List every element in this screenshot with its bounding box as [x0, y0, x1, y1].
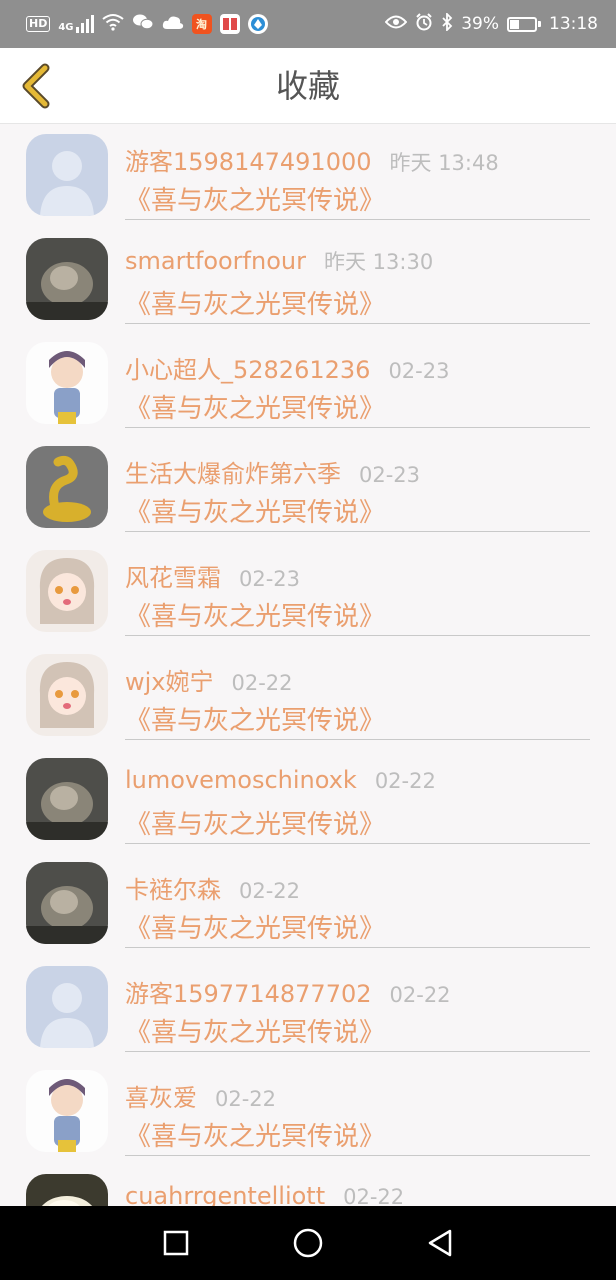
- book-title[interactable]: 《喜与灰之光冥传说》: [125, 700, 385, 737]
- user-name[interactable]: 小心超人_528261236: [125, 350, 370, 385]
- item-body: 生活大爆俞炸第六季 02-23 《喜与灰之光冥传说》: [125, 436, 590, 532]
- item-time: 02-22: [343, 1185, 405, 1206]
- home-button[interactable]: [285, 1220, 331, 1266]
- item-time: 02-23: [388, 359, 450, 383]
- signal-icon: 4G: [58, 15, 94, 33]
- user-name[interactable]: 喜灰爱: [125, 1078, 197, 1113]
- avatar[interactable]: [26, 862, 108, 944]
- book-title[interactable]: 《喜与灰之光冥传说》: [125, 180, 385, 217]
- list-item[interactable]: smartfoorfnour 昨天 13:30 《喜与灰之光冥传说》: [0, 228, 616, 332]
- list-item[interactable]: cuahrrgentelliott 02-22: [0, 1164, 616, 1206]
- network-type: 4G: [58, 22, 74, 33]
- book-title[interactable]: 《喜与灰之光冥传说》: [125, 596, 385, 633]
- item-body: lumovemoschinoxk 02-22 《喜与灰之光冥传说》: [125, 748, 590, 844]
- battery-percent: 39%: [461, 14, 499, 34]
- item-body: 游客1598147491000 昨天 13:48 《喜与灰之光冥传说》: [125, 124, 590, 220]
- taobao-icon: 淘: [191, 14, 212, 34]
- item-time: 02-23: [359, 463, 421, 487]
- cloud-icon: [162, 14, 184, 35]
- list-item[interactable]: wjx婉宁 02-22 《喜与灰之光冥传说》: [0, 644, 616, 748]
- triangle-back-icon: [428, 1229, 452, 1257]
- book-title[interactable]: 《喜与灰之光冥传说》: [125, 388, 385, 425]
- bluetooth-icon: [441, 11, 453, 36]
- user-name[interactable]: 卡裢尔森: [125, 870, 221, 905]
- avatar[interactable]: [26, 1070, 108, 1152]
- item-time: 02-22: [231, 671, 293, 695]
- user-name[interactable]: 游客1597714877702: [125, 974, 372, 1009]
- back-nav-button[interactable]: [417, 1220, 463, 1266]
- list-item[interactable]: 小心超人_528261236 02-23 《喜与灰之光冥传说》: [0, 332, 616, 436]
- user-name[interactable]: 游客1598147491000: [125, 142, 372, 177]
- item-time: 02-22: [239, 879, 301, 903]
- book-title[interactable]: 《喜与灰之光冥传说》: [125, 804, 385, 841]
- wifi-icon: [101, 13, 124, 36]
- avatar[interactable]: [26, 1174, 108, 1206]
- square-icon: [163, 1230, 189, 1256]
- list-item[interactable]: lumovemoschinoxk 02-22 《喜与灰之光冥传说》: [0, 748, 616, 852]
- book-title[interactable]: 《喜与灰之光冥传说》: [125, 1116, 385, 1153]
- book-title[interactable]: 《喜与灰之光冥传说》: [125, 1012, 385, 1049]
- status-bar: HD 4G 淘 39% 13:18: [0, 0, 616, 48]
- user-name[interactable]: 风花雪霜: [125, 558, 221, 593]
- item-body: 风花雪霜 02-23 《喜与灰之光冥传说》: [125, 540, 590, 636]
- avatar[interactable]: [26, 446, 108, 528]
- item-body: smartfoorfnour 昨天 13:30 《喜与灰之光冥传说》: [125, 228, 590, 324]
- item-body: 卡裢尔森 02-22 《喜与灰之光冥传说》: [125, 852, 590, 948]
- eye-icon: [384, 14, 408, 34]
- book-title[interactable]: 《喜与灰之光冥传说》: [125, 492, 385, 529]
- status-time: 13:18: [549, 14, 598, 34]
- navigation-bar: [0, 1206, 616, 1280]
- avatar[interactable]: [26, 758, 108, 840]
- hd-indicator: HD: [26, 16, 51, 32]
- wechat-icon: [132, 13, 154, 36]
- user-name[interactable]: cuahrrgentelliott: [125, 1182, 325, 1206]
- item-time: 昨天 13:48: [389, 151, 499, 175]
- user-name[interactable]: 生活大爆俞炸第六季: [125, 454, 341, 489]
- item-body: 喜灰爱 02-22 《喜与灰之光冥传说》: [125, 1060, 590, 1156]
- list-item[interactable]: 游客1598147491000 昨天 13:48 《喜与灰之光冥传说》: [0, 124, 616, 228]
- avatar[interactable]: [26, 238, 108, 320]
- item-time: 02-22: [389, 983, 451, 1007]
- item-body: 游客1597714877702 02-22 《喜与灰之光冥传说》: [125, 956, 590, 1052]
- list-item[interactable]: 喜灰爱 02-22 《喜与灰之光冥传说》: [0, 1060, 616, 1164]
- user-name[interactable]: lumovemoschinoxk: [125, 766, 357, 794]
- favorites-list: 游客1598147491000 昨天 13:48 《喜与灰之光冥传说》 smartfo…: [0, 124, 616, 1206]
- list-item[interactable]: 生活大爆俞炸第六季 02-23 《喜与灰之光冥传说》: [0, 436, 616, 540]
- avatar[interactable]: [26, 134, 108, 216]
- item-body: 小心超人_528261236 02-23 《喜与灰之光冥传说》: [125, 332, 590, 428]
- avatar[interactable]: [26, 966, 108, 1048]
- page-title: 收藏: [275, 67, 340, 105]
- item-time: 昨天 13:30: [323, 250, 434, 274]
- item-body: wjx婉宁 02-22 《喜与灰之光冥传说》: [125, 644, 590, 740]
- list-item[interactable]: 风花雪霜 02-23 《喜与灰之光冥传说》: [0, 540, 616, 644]
- item-body: cuahrrgentelliott 02-22: [125, 1164, 590, 1206]
- avatar[interactable]: [26, 654, 108, 736]
- browser-icon: [247, 14, 268, 34]
- list-item[interactable]: 卡裢尔森 02-22 《喜与灰之光冥传说》: [0, 852, 616, 956]
- circle-icon: [293, 1228, 323, 1258]
- battery-icon: [507, 16, 541, 32]
- book-title[interactable]: 《喜与灰之光冥传说》: [125, 908, 385, 945]
- alarm-icon: [415, 12, 433, 36]
- item-time: 02-23: [239, 567, 301, 591]
- header: 收藏: [0, 48, 616, 124]
- avatar[interactable]: [26, 550, 108, 632]
- book-app-icon: [219, 14, 240, 34]
- item-time: 02-22: [374, 769, 436, 793]
- avatar[interactable]: [26, 342, 108, 424]
- list-item[interactable]: 游客1597714877702 02-22 《喜与灰之光冥传说》: [0, 956, 616, 1060]
- recent-apps-button[interactable]: [153, 1220, 199, 1266]
- item-time: 02-22: [215, 1087, 277, 1111]
- book-title[interactable]: 《喜与灰之光冥传说》: [125, 284, 385, 321]
- user-name[interactable]: smartfoorfnour: [125, 247, 306, 275]
- user-name[interactable]: wjx婉宁: [125, 662, 214, 697]
